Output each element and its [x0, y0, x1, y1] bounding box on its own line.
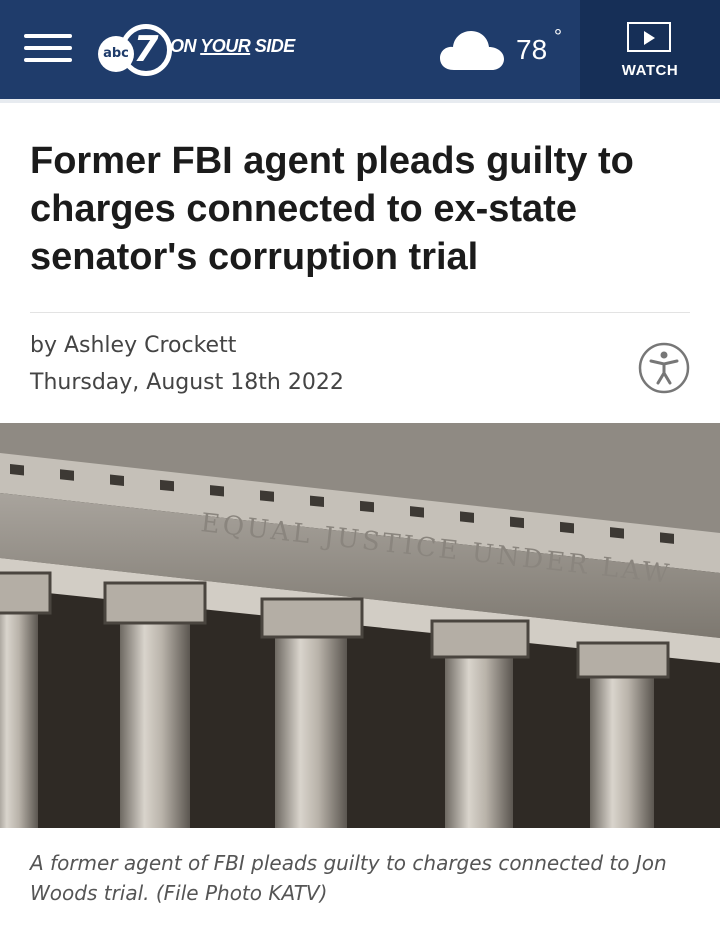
menu-icon-line: [24, 34, 72, 38]
menu-icon-line: [24, 46, 72, 50]
play-icon: [627, 22, 671, 52]
courthouse-photo: EQUAL JUSTICE UNDER LAW: [0, 423, 720, 828]
temperature-unit: °: [554, 26, 562, 48]
cloud-icon: [440, 31, 504, 70]
accessibility-icon[interactable]: [638, 342, 690, 394]
header-divider: [0, 99, 720, 103]
article-headline: Former FBI agent pleads guilty to charge…: [30, 140, 634, 278]
menu-icon-line: [24, 58, 72, 62]
watch-label: WATCH: [621, 62, 679, 79]
watch-button[interactable]: WATCH: [580, 0, 720, 99]
weather-widget[interactable]: 78 °: [440, 22, 570, 78]
station-logo[interactable]: 7 abc ON YOUR SIDE: [98, 22, 330, 78]
temperature-value: 78: [516, 34, 548, 65]
headline-divider: [30, 312, 690, 313]
author-byline: by Ashley Crockett: [30, 333, 237, 358]
top-navigation-bar: 7 abc ON YOUR SIDE 78 ° WATCH: [0, 0, 720, 99]
publish-date: Thursday, August 18th 2022: [30, 370, 344, 395]
logo-badge: abc: [98, 36, 134, 72]
logo-tagline: ON YOUR SIDE: [170, 36, 295, 56]
article-photo: EQUAL JUSTICE UNDER LAW: [0, 423, 720, 828]
photo-caption: A former agent of FBI pleads guilty to c…: [30, 851, 667, 905]
menu-button[interactable]: [22, 31, 76, 65]
